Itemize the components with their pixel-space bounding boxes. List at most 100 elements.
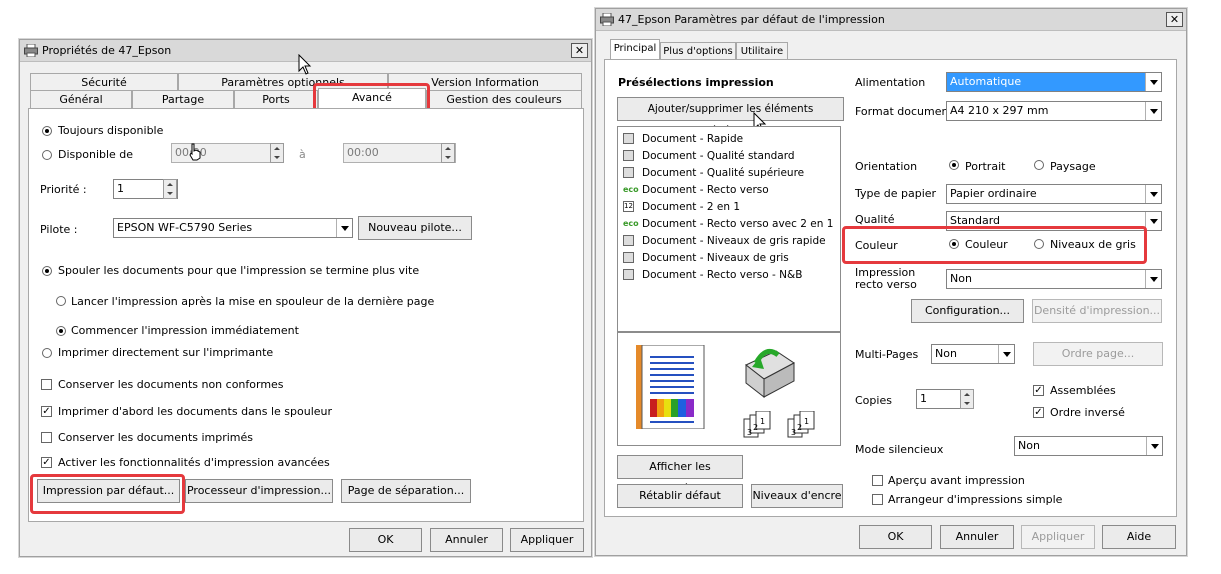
priority-label: Priorité : <box>40 183 87 196</box>
separator-page-button[interactable]: Page de séparation... <box>341 479 471 503</box>
svg-text:2: 2 <box>753 423 758 432</box>
tab-ports[interactable]: Ports <box>234 90 318 108</box>
preset-label: Document - Recto verso avec 2 en 1 <box>642 218 834 230</box>
preset-list-item[interactable]: Document - Qualité standard <box>618 148 840 165</box>
always-available-label: Toujours disponible <box>58 124 164 137</box>
preset-list-item[interactable]: Document - Rapide <box>618 131 840 148</box>
multipage-select[interactable]: Non <box>931 344 1015 364</box>
tab-sharing[interactable]: Partage <box>132 90 234 108</box>
dialog-title: Propriétés de 47_Epson <box>42 44 172 57</box>
driver-select[interactable]: EPSON WF-C5790 Series <box>113 218 353 238</box>
preset-list-item[interactable]: 12 Document - 2 en 1 <box>618 199 840 216</box>
preset-list-item[interactable]: eco Document - Recto verso <box>618 182 840 199</box>
time-to-label: à <box>299 148 306 161</box>
close-button[interactable]: ✕ <box>571 43 588 58</box>
time-from-spinner[interactable] <box>270 143 284 163</box>
ok-button[interactable]: OK <box>349 528 422 552</box>
preset-list-item[interactable]: Document - Niveaux de gris <box>618 250 840 267</box>
enable-advanced-label: Activer les fonctionnalités d'impression… <box>58 456 330 469</box>
time-to-spinner[interactable] <box>441 143 455 163</box>
preset-list-item[interactable]: Document - Niveaux de gris rapide <box>618 233 840 250</box>
apply-button[interactable]: Appliquer <box>1021 525 1095 549</box>
tab-more-options[interactable]: Plus d'options <box>660 42 736 60</box>
divider <box>855 431 1160 432</box>
duplex-select[interactable]: Non <box>946 269 1162 289</box>
tab-color-management[interactable]: Gestion des couleurs <box>426 90 582 108</box>
print-direct-label: Imprimer directement sur l'imprimante <box>58 346 274 359</box>
keep-mismatched-label: Conserver les documents non conformes <box>58 378 284 391</box>
collate-checkbox[interactable]: ✓ <box>1033 385 1044 396</box>
orientation-label: Orientation <box>855 160 918 173</box>
preset-list-item[interactable]: Document - Recto verso - N&B <box>618 267 840 284</box>
new-driver-button[interactable]: Nouveau pilote... <box>358 216 472 240</box>
portrait-label: Portrait <box>965 160 1006 173</box>
duplex-label: Impression recto verso <box>855 266 917 291</box>
document-icon <box>623 150 634 161</box>
tab-security[interactable]: Sécurité <box>30 73 178 91</box>
landscape-radio[interactable] <box>1034 160 1044 170</box>
source-select[interactable]: Automatique <box>946 72 1162 92</box>
preset-label: Document - Recto verso <box>642 184 769 196</box>
ok-button[interactable]: OK <box>859 525 932 549</box>
close-button[interactable]: ✕ <box>1166 12 1183 27</box>
portrait-radio[interactable] <box>949 160 959 170</box>
ink-levels-button[interactable]: Niveaux d'encre <box>751 484 843 508</box>
print-spooled-first-checkbox[interactable]: ✓ <box>41 406 52 417</box>
preset-list-item[interactable]: Document - Qualité supérieure <box>618 165 840 182</box>
help-button[interactable]: Aide <box>1102 525 1176 549</box>
print-preview-label: Aperçu avant impression <box>888 474 1025 487</box>
always-available-radio[interactable] <box>42 126 52 136</box>
paper-size-value: A4 210 x 297 mm <box>950 104 1049 117</box>
quiet-mode-select[interactable]: Non <box>1014 436 1163 456</box>
show-settings-button[interactable]: Afficher les paramètres <box>617 455 743 495</box>
landscape-label: Paysage <box>1050 160 1096 173</box>
divider <box>855 332 1160 333</box>
print-direct-radio[interactable] <box>42 348 52 358</box>
start-after-last-page-label: Lancer l'impression après la mise en spo… <box>71 295 435 308</box>
print-spooled-first-label: Imprimer d'abord les documents dans le s… <box>58 405 333 418</box>
printer-icon <box>600 13 614 26</box>
presets-list[interactable]: Document - Rapide Document - Qualité stan… <box>617 126 841 332</box>
start-immediately-radio[interactable] <box>56 326 66 336</box>
preset-list-item[interactable]: eco Document - Recto verso avec 2 en 1 <box>618 216 840 233</box>
copies-spinner[interactable] <box>960 389 974 409</box>
tab-utility[interactable]: Utilitaire <box>736 42 788 60</box>
print-density-button[interactable]: Densité d'impression... <box>1032 299 1162 323</box>
available-from-radio[interactable] <box>42 150 52 160</box>
start-after-last-page-radio[interactable] <box>56 296 66 306</box>
svg-text:2: 2 <box>797 423 802 432</box>
keep-printed-checkbox[interactable] <box>41 432 52 443</box>
time-to-field[interactable]: 00:00 <box>343 143 456 163</box>
available-from-label: Disponible de <box>58 148 134 161</box>
apply-button[interactable]: Appliquer <box>510 528 584 552</box>
enable-advanced-checkbox[interactable]: ✓ <box>41 457 52 468</box>
chevron-down-icon <box>336 219 352 237</box>
print-processor-button[interactable]: Processeur d'impression... <box>185 479 333 503</box>
spool-documents-radio[interactable] <box>42 266 52 276</box>
chevron-down-icon <box>1145 73 1161 91</box>
paper-size-label: Format document <box>855 105 953 118</box>
print-preview-checkbox[interactable] <box>872 475 883 486</box>
reverse-order-checkbox[interactable]: ✓ <box>1033 407 1044 418</box>
tab-main[interactable]: Principal <box>610 39 660 60</box>
keep-mismatched-checkbox[interactable] <box>41 379 52 390</box>
page-order-icon: 321 321 <box>743 411 815 438</box>
tab-general[interactable]: Général <box>30 90 132 108</box>
priority-spinner[interactable] <box>163 179 177 199</box>
document-icon <box>623 269 634 280</box>
cancel-button[interactable]: Annuler <box>940 525 1014 549</box>
svg-text:1: 1 <box>804 417 809 426</box>
eco-icon: eco <box>623 185 639 194</box>
configuration-button[interactable]: Configuration... <box>911 299 1024 323</box>
document-icon <box>623 235 634 246</box>
page-order-button[interactable]: Ordre page... <box>1033 342 1163 366</box>
reset-default-button[interactable]: Rétablir défaut <box>617 484 743 508</box>
source-label: Alimentation <box>855 76 926 89</box>
paper-size-select[interactable]: A4 210 x 297 mm <box>946 101 1162 121</box>
job-arranger-checkbox[interactable] <box>872 494 883 505</box>
add-remove-presets-button[interactable]: Ajouter/supprimer les éléments prédéfini… <box>617 97 844 137</box>
cancel-button[interactable]: Annuler <box>430 528 503 552</box>
chevron-down-icon <box>1145 102 1161 120</box>
paper-type-select[interactable]: Papier ordinaire <box>946 184 1162 204</box>
chevron-down-icon <box>998 345 1014 363</box>
